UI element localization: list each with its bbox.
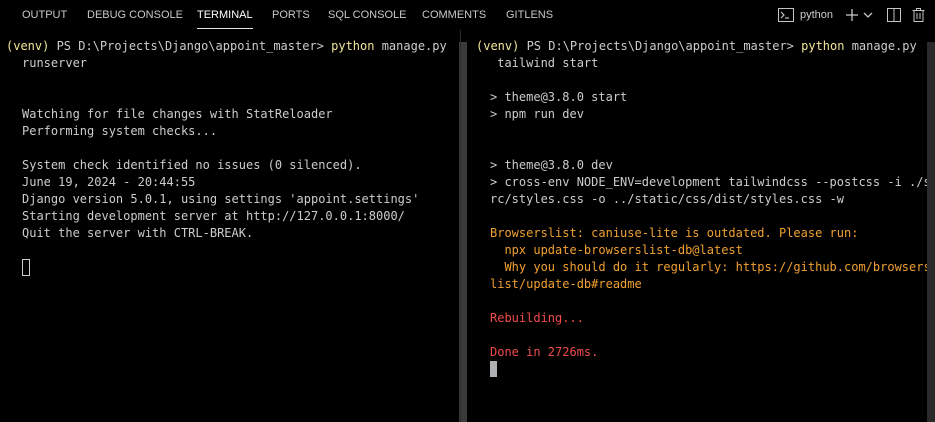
terminal-line: > theme@3.8.0 start [490,90,628,104]
terminal-prompt-line: (venv) PS D:\Projects\Django\appoint_mas… [476,38,917,55]
pane-divider[interactable] [460,30,461,422]
terminal-cursor [22,259,30,276]
status-line: Done in 2726ms. [490,345,599,359]
terminal-line: rc/styles.css -o ../static/css/dist/styl… [490,192,845,206]
prompt-path: PS D:\Projects\Django\appoint_master> [49,39,332,53]
terminal-pane-left[interactable]: (venv) PS D:\Projects\Django\appoint_mas… [0,30,460,422]
scrollbar-right[interactable] [927,42,935,422]
command-name: python [801,39,845,53]
terminal-line: Starting development server at http://12… [22,209,405,223]
venv-indicator: (venv) [476,39,520,53]
warning-line: list/update-db#readme [490,277,642,291]
terminal-profile-label: python [800,9,834,21]
terminal-pane-right[interactable]: (venv) PS D:\Projects\Django\appoint_mas… [468,30,935,422]
terminal-icon [778,8,794,22]
prompt-path: PS D:\Projects\Django\appoint_master> [519,39,802,53]
warning-line: Browserslist: caniuse-lite is outdated. … [490,226,859,240]
tab-sql-console[interactable]: SQL CONSOLE [328,0,406,30]
command-args: manage.py [374,39,447,53]
tab-ports[interactable]: PORTS [272,0,310,30]
kill-terminal-button[interactable] [910,0,926,30]
terminal-line: System check identified no issues (0 sil… [22,158,362,172]
terminal-line: June 19, 2024 - 20:44:55 [22,175,196,189]
new-terminal-button[interactable] [844,0,860,30]
tab-output[interactable]: OUTPUT [22,0,67,30]
terminal-line: tailwind start [490,56,599,70]
terminal-dropdown-button[interactable] [862,0,874,30]
terminal-cursor [490,361,497,377]
tab-comments[interactable]: COMMENTS [422,0,486,30]
tab-terminal[interactable]: TERMINAL [197,0,253,30]
trash-icon [912,8,924,22]
warning-line: Why you should do it regularly: https://… [490,260,931,274]
terminal-line: runserver [22,56,88,70]
venv-indicator: (venv) [6,39,50,53]
tab-gitlens[interactable]: GITLENS [506,0,553,30]
plus-icon [846,9,858,21]
terminal-line: > theme@3.8.0 dev [490,158,613,172]
split-terminal-button[interactable] [886,0,902,30]
terminal-line: > cross-env NODE_ENV=development tailwin… [490,175,931,189]
panel-tab-bar: OUTPUT DEBUG CONSOLE TERMINAL PORTS SQL … [0,0,935,30]
split-icon [887,8,901,22]
terminal-prompt-line: (venv) PS D:\Projects\Django\appoint_mas… [6,38,447,55]
terminal-profile-button[interactable]: python [778,0,840,30]
terminal-line: Django version 5.0.1, using settings 'ap… [22,192,420,206]
command-name: python [331,39,375,53]
command-args: manage.py [844,39,917,53]
terminal-line: Performing system checks... [22,124,218,138]
terminal-line: Watching for file changes with StatReloa… [22,107,333,121]
terminal-line: Quit the server with CTRL-BREAK. [22,226,254,240]
chevron-down-icon [863,12,873,18]
terminal-line: > npm run dev [490,107,584,121]
status-line: Rebuilding... [490,311,584,325]
tab-debug-console[interactable]: DEBUG CONSOLE [87,0,183,30]
warning-line: npx update-browserslist-db@latest [490,243,743,257]
